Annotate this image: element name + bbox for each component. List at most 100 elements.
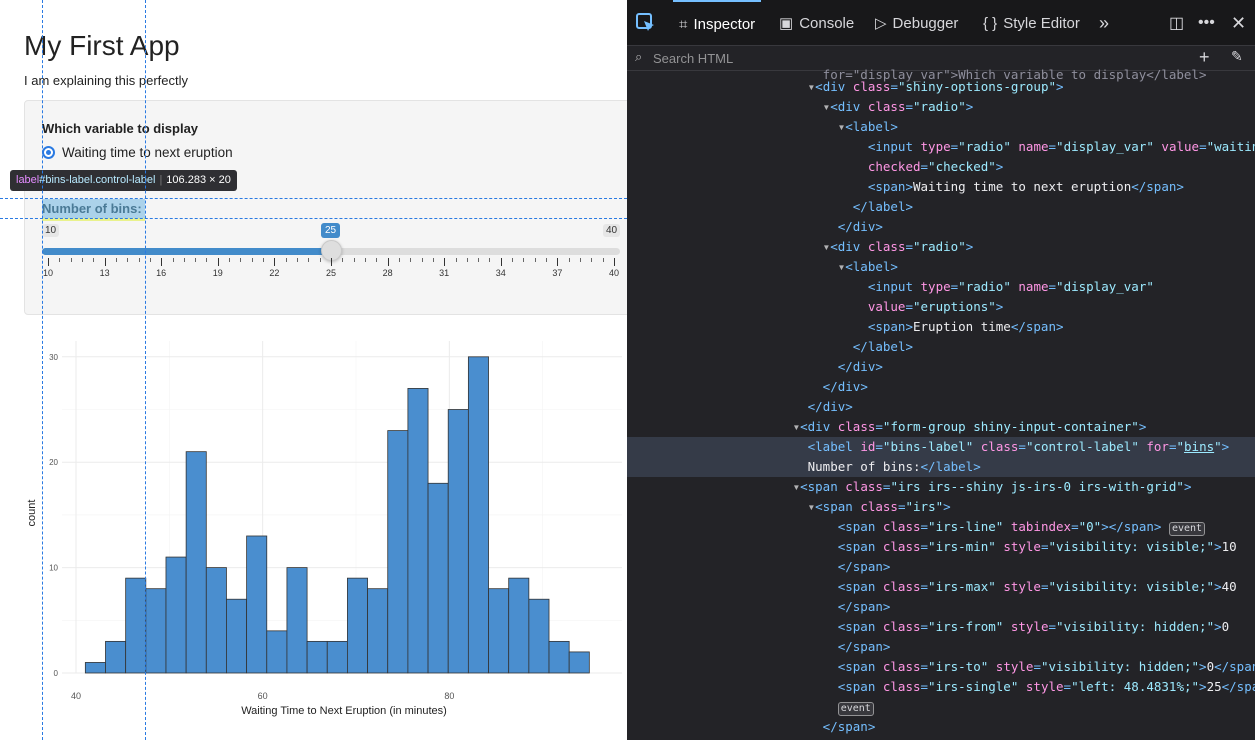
tab-debugger[interactable]: ▷ Debugger [875,0,958,46]
tree-row[interactable]: <span class="irs-from" style="visibility… [627,617,1255,637]
slider-major-tick [557,258,559,266]
tree-row[interactable]: </span> [627,557,1255,577]
slider-min-label: 10 [42,224,60,237]
slider-grid: 10 13 16 19 22 25 28 31 34 37 40 [42,258,620,284]
tab-style-editor[interactable]: { } Style Editor [983,0,1080,46]
element-picker-icon[interactable] [635,12,657,34]
close-devtools-button[interactable]: ✕ [1231,0,1246,46]
tooltip-selector: #bins-label.control-label [39,174,156,186]
tree-row[interactable]: </div> [627,377,1255,397]
event-badge[interactable]: event [837,702,874,716]
attr-value: irs-to [935,659,981,674]
eyedropper-icon[interactable]: ✎ [1231,48,1243,65]
slider-grid-label: 37 [552,268,563,278]
chart-x-tick-label: 60 [258,691,268,701]
slider-minor-tick [455,258,457,262]
tree-row[interactable]: <span>Eruption time</span> [627,317,1255,337]
histogram-bar [467,356,489,674]
tree-row[interactable]: <input type="radio" name="display_var" [627,277,1255,297]
tag-name: div [837,239,861,254]
tree-row[interactable]: ▾<div class="radio"> [627,97,1255,117]
tree-row[interactable]: value="eruptions"> [627,297,1255,317]
attr-value: left: 48.4831%; [1078,679,1192,694]
attr-value: checked [935,159,989,174]
tree-row[interactable]: <span>Waiting time to next eruption</spa… [627,177,1255,197]
tree-row[interactable]: </div> [627,357,1255,377]
tree-row[interactable]: </label> [627,337,1255,357]
tab-debugger-label: Debugger [892,14,959,32]
tree-row[interactable]: ▾<span class="irs irs--shiny js-irs-0 ir… [627,477,1255,497]
tree-row[interactable]: ▾<label> [627,257,1255,277]
tree-row[interactable]: <span class="irs-max" style="visibility:… [627,577,1255,597]
tree-row[interactable]: <span class="irs-line" tabindex="0"></sp… [627,517,1255,537]
slider-minor-tick [523,258,525,262]
slider-fill [42,248,331,255]
bins-label: Number of bins: [42,201,142,216]
slider-grid-label: 19 [212,268,223,278]
slider-minor-tick [591,258,593,262]
attr-value: radio [920,239,959,254]
chart-y-tick-label: 30 [49,353,58,362]
tree-row[interactable]: </label> [627,197,1255,217]
page-title: My First App [24,30,180,61]
slider-minor-tick [229,258,231,262]
histogram-bar [488,588,510,674]
radio-waiting-label[interactable]: Waiting time to next eruption [62,145,233,160]
tree-row[interactable]: </span> [627,717,1255,737]
tree-row-selected[interactable]: Number of bins:</label> [627,457,1255,477]
attr-value[interactable]: bins [1184,439,1214,454]
tree-row[interactable]: ▾<div class="shiny-options-group"> [627,77,1255,97]
ellipsis-icon: ••• [1198,14,1215,31]
attr-value: irs-min [935,539,989,554]
dock-button[interactable]: ◫ [1169,0,1184,46]
tree-row[interactable]: ▾<span class="irs"> [627,497,1255,517]
tree-row[interactable]: ▾<div class="form-group shiny-input-cont… [627,417,1255,437]
histogram-bar [266,630,288,674]
tab-inspector-label: Inspector [693,15,756,33]
slider-minor-tick [70,258,72,262]
slider-minor-tick [81,258,83,262]
slider-grid-label: 34 [495,268,506,278]
tab-style-editor-label: Style Editor [1003,14,1080,32]
radio-waiting[interactable] [42,146,55,159]
slider-minor-tick [466,258,468,262]
slider-minor-tick [512,258,514,262]
attr-value: visibility: hidden; [1048,659,1192,674]
slider-minor-tick [127,258,129,262]
attr-value: irs [913,499,936,514]
histogram-bar [427,482,449,674]
event-badge[interactable]: event [1168,522,1206,536]
tree-row[interactable]: <span class="irs-single" style="left: 48… [627,677,1255,697]
attr-value: visibility: hidden; [1063,619,1207,634]
slider-minor-tick [353,258,355,262]
histogram-bar [145,588,167,674]
tab-console[interactable]: ▣ Console [779,0,854,46]
tree-row[interactable]: <span class="irs-min" style="visibility:… [627,537,1255,557]
tree-row[interactable]: checked="checked"> [627,157,1255,177]
tree-row[interactable]: <span class="irs-to" style="visibility: … [627,657,1255,677]
tab-inspector[interactable]: ⌗ Inspector [673,0,762,46]
slider-grid-label: 16 [156,268,167,278]
tooltip-size: 106.283 × 20 [166,174,231,186]
chart-y-ticks: 0 10 20 30 [49,353,58,678]
tree-row-selected[interactable]: <label id="bins-label" class="control-la… [627,437,1255,457]
tab-console-label: Console [799,14,855,32]
slider-minor-tick [206,258,208,262]
tree-row[interactable]: event [627,697,1255,717]
inspector-guide-left [42,0,43,740]
tag-name: label [867,339,906,354]
attr-value: 0 [1086,519,1094,534]
tree-row[interactable]: </div> [627,397,1255,417]
tree-row[interactable]: </span> [627,637,1255,657]
histogram-bar [185,451,207,674]
tree-row[interactable]: </div> [627,217,1255,237]
tree-row[interactable]: ▾<div class="radio"> [627,237,1255,257]
attr-value: radio [965,279,1004,294]
search-icon: ⌕ [635,49,643,64]
tree-row[interactable]: <input type="radio" name="display_var" v… [627,137,1255,157]
more-tabs-button[interactable]: » [1099,0,1109,46]
slider-minor-tick [376,258,378,262]
tree-row[interactable]: </span> [627,597,1255,617]
tree-row[interactable]: ▾<label> [627,117,1255,137]
options-button[interactable]: ••• [1198,0,1215,46]
